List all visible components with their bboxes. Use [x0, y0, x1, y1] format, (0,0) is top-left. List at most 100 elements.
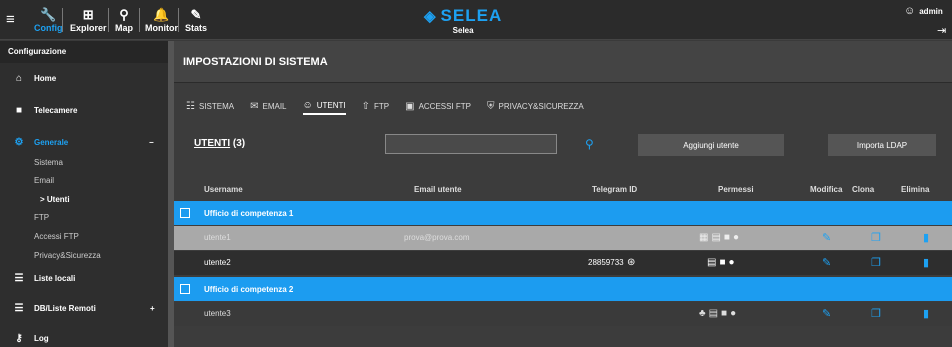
group-checkbox[interactable] [180, 208, 190, 218]
sidebar-sub-utenti[interactable]: > Utenti [40, 195, 70, 204]
tab-privacy[interactable]: ⛨ PRIVACY&SICUREZZA [487, 97, 584, 115]
tab-label: FTP [374, 101, 390, 111]
sidebar-header: Configurazione [0, 41, 168, 63]
sidebar-item-telecamere[interactable]: ■ Telecamere [0, 105, 168, 116]
sidebar-item-label: Liste locali [34, 274, 76, 283]
edit-icon[interactable]: ✎ [822, 256, 831, 269]
tab-label: SISTEMA [198, 101, 235, 111]
group-row: Ufficio di competenza 2 [174, 277, 952, 301]
bell-permission-icon: ● [732, 232, 739, 243]
delete-icon[interactable]: ▮ [923, 231, 929, 244]
bell-permission-icon: ● [730, 308, 737, 319]
search-input[interactable] [385, 134, 557, 154]
user-menu[interactable]: ☺ admin [904, 5, 943, 17]
sidebar: Configurazione ⌂ Home ■ Telecamere ⚙ Gen… [0, 41, 168, 347]
sidebar-item-log[interactable]: ⚷ Log [0, 333, 168, 344]
nav-explorer-label: Explorer [70, 22, 107, 33]
hamburger-icon: ≡ [6, 10, 15, 28]
add-user-button[interactable]: Aggiungi utente [638, 134, 784, 156]
sliders-icon: ☷ [186, 100, 195, 112]
tab-bar: ☷ SISTEMA ✉ EMAIL ☺ UTENTI ⇧ FTP ▣ ACCESSI FT… [186, 97, 600, 115]
page-title: IMPOSTAZIONI DI SISTEMA [174, 41, 952, 83]
tab-label: ACCESSI FTP [418, 101, 472, 111]
folder-icon: ▣ [405, 100, 415, 112]
column-header-clona: Clona [852, 185, 875, 194]
explorer-permission-icon: ▦ [699, 232, 709, 243]
menu-button[interactable]: ≡ [6, 0, 15, 40]
wrench-icon: 🔧 [40, 6, 57, 22]
cell-username: utente2 [204, 258, 231, 267]
nav-monitor-label: Monitor [145, 22, 178, 33]
group-name: Ufficio di competenza 2 [204, 284, 294, 294]
tab-label: EMAIL [262, 101, 287, 111]
map-permission-icon: ♣ [699, 308, 706, 319]
tab-sistema[interactable]: ☷ SISTEMA [186, 97, 234, 115]
tab-label: UTENTI [316, 100, 346, 110]
gear-icon: ⚙ [14, 137, 24, 148]
table-row[interactable]: utente1 prova@prova.com ▦ ▤ ■ ● ✎ ❐ ▮ [174, 226, 952, 250]
explorer-icon: ⊞ [82, 6, 94, 22]
cell-username: utente3 [204, 309, 231, 318]
sidebar-item-home[interactable]: ⌂ Home [0, 73, 168, 84]
column-header-email: Email utente [414, 185, 462, 194]
main-panel: IMPOSTAZIONI DI SISTEMA ☷ SISTEMA ✉ EMAIL … [174, 41, 952, 347]
group-name: Ufficio di competenza 1 [204, 208, 294, 218]
brand-logo: ◈ SELEA Selea [424, 6, 502, 35]
clone-icon[interactable]: ❐ [871, 231, 881, 244]
mail-icon: ✉ [250, 100, 259, 112]
collapse-toggle[interactable]: − [149, 138, 154, 147]
db-list-icon: ☰ [14, 303, 24, 314]
tab-accessi-ftp[interactable]: ▣ ACCESSI FTP [405, 97, 471, 115]
import-ldap-button[interactable]: Importa LDAP [828, 134, 936, 156]
nav-explorer[interactable]: ⊞ Explorer [70, 0, 107, 40]
sidebar-sub-ftp[interactable]: FTP [34, 213, 49, 222]
sidebar-item-generale[interactable]: ⚙ Generale − [0, 137, 168, 148]
clone-icon[interactable]: ❐ [871, 307, 881, 320]
tab-ftp[interactable]: ⇧ FTP [362, 97, 390, 115]
sidebar-sub-email[interactable]: Email [34, 176, 54, 185]
bell-icon: 🔔 [153, 6, 170, 22]
diamond-icon: ◈ [424, 8, 437, 25]
table-row[interactable]: utente2 28859733 ⊛ ▤ ■ ● ✎ ❐ ▮ [174, 251, 952, 275]
list-permission-icon: ▤ [711, 232, 721, 243]
column-header-permessi: Permessi [718, 185, 754, 194]
logout-icon[interactable]: ⇥ [937, 24, 946, 37]
nav-stats-label: Stats [185, 22, 208, 33]
camera-permission-icon: ■ [719, 257, 726, 268]
search-icon[interactable]: ⚲ [585, 137, 594, 151]
sidebar-sub-accessi-ftp[interactable]: Accessi FTP [34, 232, 79, 241]
sidebar-item-label: Generale [34, 138, 69, 147]
delete-icon[interactable]: ▮ [923, 307, 929, 320]
home-icon: ⌂ [15, 73, 23, 84]
nav-monitor[interactable]: 🔔 Monitor [145, 0, 178, 40]
nav-config-label: Config [34, 22, 63, 33]
expand-toggle[interactable]: + [150, 304, 155, 313]
nav-config[interactable]: 🔧 Config [34, 0, 63, 40]
sidebar-item-db-liste-remoti[interactable]: ☰ DB/Liste Remoti + [0, 303, 168, 314]
camera-permission-icon: ■ [723, 232, 730, 243]
column-header-telegram: Telegram ID [592, 185, 638, 194]
stats-icon: ✎ [190, 6, 202, 22]
sidebar-item-label: DB/Liste Remoti [34, 304, 96, 313]
tab-utenti[interactable]: ☺ UTENTI [302, 97, 346, 115]
sidebar-item-liste-locali[interactable]: ☰ Liste locali [0, 273, 168, 284]
clone-icon[interactable]: ❐ [871, 256, 881, 269]
delete-icon[interactable]: ▮ [923, 256, 929, 269]
users-heading: UTENTI (3) [194, 138, 245, 149]
users-icon: ☺ [302, 99, 313, 111]
sidebar-sub-privacy[interactable]: Privacy&Sicurezza [34, 251, 101, 260]
nav-stats[interactable]: ✎ Stats [185, 0, 207, 40]
nav-map[interactable]: ⚲ Map [115, 0, 133, 40]
tab-email[interactable]: ✉ EMAIL [250, 97, 286, 115]
group-checkbox[interactable] [180, 284, 190, 294]
users-count: (3) [232, 138, 246, 149]
sidebar-item-label: Home [34, 74, 57, 83]
sidebar-item-label: Log [34, 334, 49, 343]
users-title: UTENTI [194, 138, 231, 149]
edit-icon[interactable]: ✎ [822, 307, 831, 320]
sidebar-sub-sistema[interactable]: Sistema [34, 158, 63, 167]
table-row[interactable]: utente3 ♣ ▤ ■ ● ✎ ❐ ▮ [174, 302, 952, 326]
permissions: ▤ ■ ● [707, 257, 735, 269]
edit-icon[interactable]: ✎ [822, 231, 831, 244]
permissions: ▦ ▤ ■ ● [699, 232, 739, 244]
